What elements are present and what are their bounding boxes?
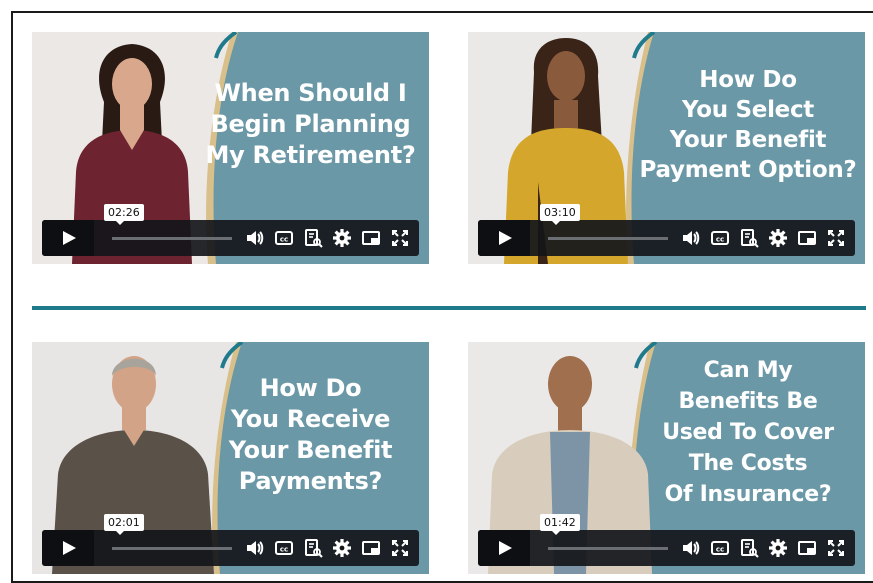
volume-icon (683, 231, 700, 245)
captions-icon: cc (275, 231, 293, 245)
pip-button[interactable] (361, 538, 381, 558)
duration-tooltip: 03:10 (540, 204, 580, 225)
captions-button[interactable]: cc (710, 538, 730, 558)
settings-button[interactable] (768, 228, 788, 248)
play-button[interactable] (42, 530, 94, 566)
fullscreen-button[interactable] (826, 228, 846, 248)
svg-text:cc: cc (280, 546, 288, 554)
volume-icon (683, 541, 700, 555)
play-icon (63, 541, 76, 555)
fullscreen-icon (392, 230, 408, 246)
picture-in-picture-icon (798, 231, 816, 245)
video-player-3[interactable]: How Do You Receive Your Benefit Payments… (32, 342, 429, 574)
settings-button[interactable] (332, 228, 352, 248)
play-icon (63, 231, 76, 245)
play-icon (499, 541, 512, 555)
picture-in-picture-icon (362, 231, 380, 245)
pip-button[interactable] (361, 228, 381, 248)
captions-icon: cc (275, 541, 293, 555)
volume-icon (247, 541, 264, 555)
duration-tooltip: 01:42 (540, 514, 580, 535)
transcript-button[interactable] (739, 228, 759, 248)
transcript-icon (305, 539, 323, 558)
transcript-button[interactable] (303, 228, 323, 248)
video-title: How Do You Receive Your Benefit Payments… (228, 373, 393, 495)
player-controls: 01:42 cc (478, 514, 855, 566)
progress-bar[interactable] (548, 547, 668, 550)
pip-button[interactable] (797, 538, 817, 558)
fullscreen-icon (828, 540, 844, 556)
play-button[interactable] (42, 220, 94, 256)
video-player-2[interactable]: How Do You Select Your Benefit Payment O… (468, 32, 865, 264)
fullscreen-button[interactable] (826, 538, 846, 558)
volume-button[interactable] (681, 228, 701, 248)
transcript-button[interactable] (303, 538, 323, 558)
settings-button[interactable] (332, 538, 352, 558)
svg-text:cc: cc (716, 546, 724, 554)
player-controls: 03:10 cc (478, 204, 855, 256)
pip-button[interactable] (797, 228, 817, 248)
fullscreen-button[interactable] (390, 538, 410, 558)
volume-button[interactable] (245, 538, 265, 558)
fullscreen-icon (828, 230, 844, 246)
play-icon (499, 231, 512, 245)
video-title: When Should I Begin Planning My Retireme… (205, 79, 416, 169)
progress-bar[interactable] (548, 237, 668, 240)
fullscreen-icon (392, 540, 408, 556)
video-player-1[interactable]: When Should I Begin Planning My Retireme… (32, 32, 429, 264)
settings-icon (333, 539, 351, 557)
play-button[interactable] (478, 220, 530, 256)
section-divider (32, 306, 866, 310)
duration-tooltip: 02:01 (104, 514, 144, 535)
progress-bar[interactable] (112, 547, 232, 550)
transcript-button[interactable] (739, 538, 759, 558)
player-controls: 02:26 cc (42, 204, 419, 256)
settings-icon (769, 229, 787, 247)
settings-icon (769, 539, 787, 557)
svg-text:cc: cc (716, 236, 724, 244)
video-title: Can My Benefits Be Used To Cover The Cos… (662, 358, 834, 507)
svg-text:cc: cc (280, 236, 288, 244)
transcript-icon (305, 229, 323, 248)
picture-in-picture-icon (362, 541, 380, 555)
progress-bar[interactable] (112, 237, 232, 240)
picture-in-picture-icon (798, 541, 816, 555)
captions-button[interactable]: cc (710, 228, 730, 248)
play-button[interactable] (478, 530, 530, 566)
transcript-icon (741, 539, 759, 558)
volume-button[interactable] (681, 538, 701, 558)
player-controls: 02:01 cc (42, 514, 419, 566)
captions-icon: cc (711, 231, 729, 245)
captions-icon: cc (711, 541, 729, 555)
video-title: How Do You Select Your Benefit Payment O… (639, 66, 857, 183)
fullscreen-button[interactable] (390, 228, 410, 248)
transcript-icon (741, 229, 759, 248)
settings-icon (333, 229, 351, 247)
duration-tooltip: 02:26 (104, 204, 144, 225)
captions-button[interactable]: cc (274, 228, 294, 248)
video-player-4[interactable]: Can My Benefits Be Used To Cover The Cos… (468, 342, 865, 574)
volume-button[interactable] (245, 228, 265, 248)
settings-button[interactable] (768, 538, 788, 558)
captions-button[interactable]: cc (274, 538, 294, 558)
volume-icon (247, 231, 264, 245)
